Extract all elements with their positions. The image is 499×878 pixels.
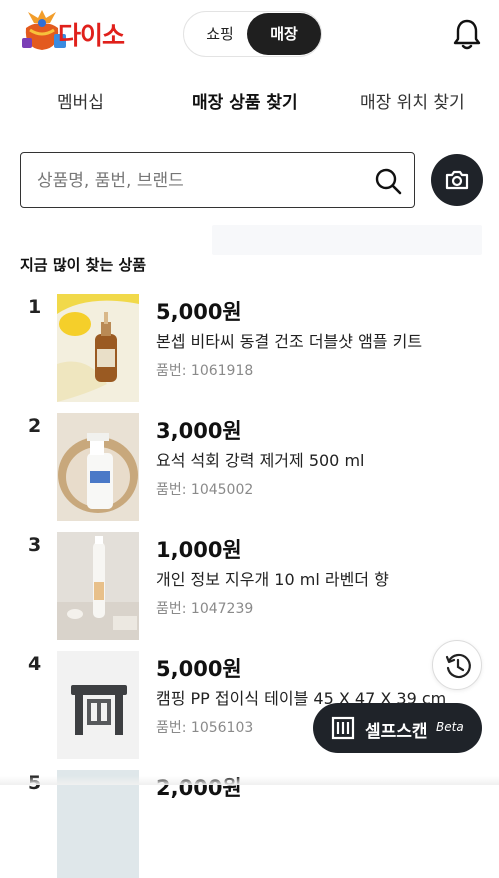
- tab-membership[interactable]: 멤버십: [57, 88, 104, 113]
- product-code: 품번: 1045002: [156, 482, 254, 498]
- app-header: 다이소 쇼핑 매장: [0, 0, 499, 70]
- tab-bar: 멤버십 매장 상품 찾기 매장 위치 찾기: [0, 80, 499, 126]
- product-thumbnail: [57, 294, 139, 402]
- search-icon[interactable]: [374, 167, 402, 195]
- list-item[interactable]: 2 3,000원 요석 석회 강력 제거제 500 ml 품번: 1045002: [0, 409, 499, 521]
- camera-search-button[interactable]: [431, 154, 483, 206]
- list-item[interactable]: 1 5,000원 본셉 비타씨 동결 건조 더블샷 앰플 키트 품번: 1061…: [0, 290, 499, 402]
- list-item[interactable]: 3 1,000원 개인 정보 지우개 10 ml 라벤더 향 품번: 10472…: [0, 528, 499, 640]
- section-title: 지금 많이 찾는 상품: [20, 256, 147, 274]
- product-price: 3,000원: [156, 419, 242, 443]
- ghost-placeholder-bar: [212, 225, 482, 255]
- product-thumbnail: [57, 413, 139, 521]
- product-name: 본셉 비타씨 동결 건조 더블샷 앰플 키트: [156, 332, 423, 351]
- daiso-logo[interactable]: 다이소: [20, 8, 150, 52]
- product-rank: 2: [28, 415, 42, 437]
- product-code: 품번: 1047239: [156, 601, 254, 617]
- camera-icon: [445, 170, 469, 190]
- recent-history-button[interactable]: [432, 640, 482, 690]
- search-input[interactable]: [35, 165, 359, 197]
- product-name: 개인 정보 지우개 10 ml 라벤더 향: [156, 570, 389, 589]
- product-name: 요석 석회 강력 제거제 500 ml: [156, 451, 365, 470]
- tab-store-location[interactable]: 매장 위치 찾기: [360, 88, 465, 113]
- product-thumbnail: [57, 770, 139, 878]
- product-price: 5,000원: [156, 300, 242, 324]
- product-rank: 4: [28, 653, 42, 675]
- search-box: [20, 152, 415, 208]
- product-code: 품번: 1061918: [156, 363, 254, 379]
- store-toggle[interactable]: 매장: [247, 13, 321, 55]
- beta-badge: Beta: [436, 720, 464, 734]
- bottom-shadow: [0, 776, 499, 785]
- store-icon: [331, 716, 355, 740]
- product-thumbnail: [57, 651, 139, 759]
- self-scan-label: 셀프스캔: [365, 722, 428, 742]
- product-rank: 1: [28, 296, 42, 318]
- bell-icon[interactable]: [452, 18, 482, 50]
- tab-store-product-search[interactable]: 매장 상품 찾기: [192, 88, 298, 113]
- self-scan-button[interactable]: 셀프스캔 Beta: [313, 703, 482, 753]
- product-rank: 3: [28, 534, 42, 556]
- logo-text: 다이소: [58, 21, 125, 50]
- product-price: 5,000원: [156, 657, 242, 681]
- product-price: 1,000원: [156, 538, 242, 562]
- history-clock-icon: [445, 653, 471, 679]
- shopping-toggle[interactable]: 쇼핑: [190, 20, 250, 48]
- product-code: 품번: 1056103: [156, 720, 254, 736]
- product-thumbnail: [57, 532, 139, 640]
- mode-switch: 쇼핑 매장: [183, 11, 322, 57]
